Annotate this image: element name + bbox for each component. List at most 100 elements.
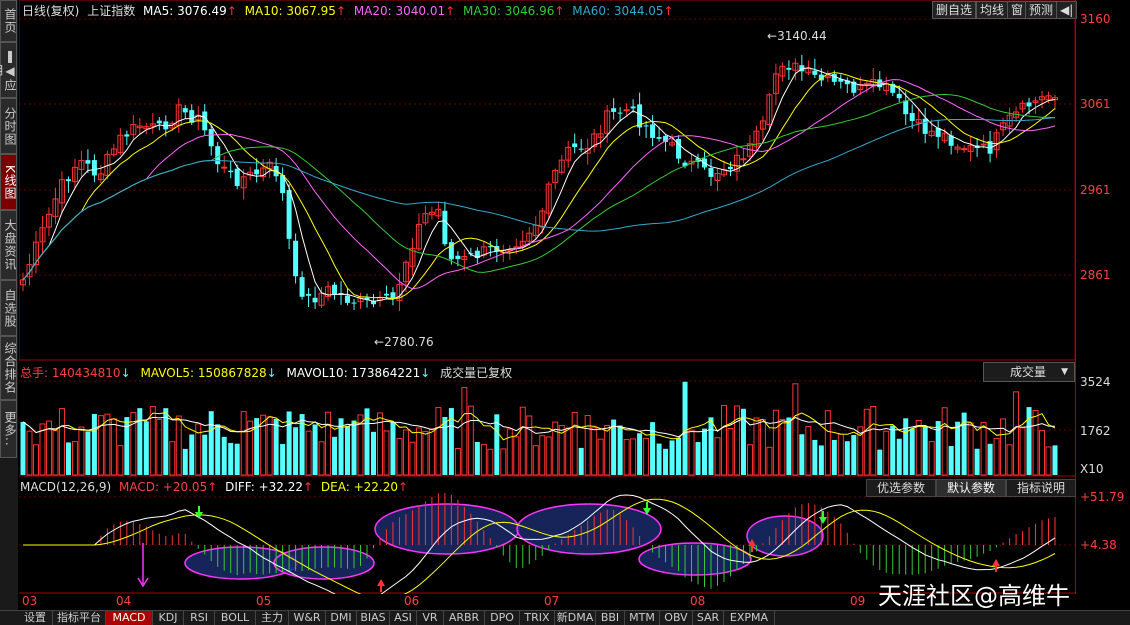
tab-asi[interactable]: ASI bbox=[390, 611, 417, 625]
price-tick: 3061 bbox=[1080, 97, 1111, 111]
tab-macd[interactable]: MACD bbox=[106, 611, 153, 625]
volume-bar bbox=[215, 424, 221, 475]
candle-body bbox=[228, 170, 234, 173]
volume-bar bbox=[156, 419, 163, 476]
tab-设置[interactable]: 设置 bbox=[18, 611, 53, 625]
volume-bar bbox=[20, 421, 26, 475]
tab-sar[interactable]: SAR bbox=[693, 611, 724, 625]
tab-expma[interactable]: EXPMA bbox=[724, 611, 775, 625]
month-label: 05 bbox=[256, 594, 272, 608]
volume-bar bbox=[663, 448, 669, 475]
volume-bar bbox=[676, 437, 682, 475]
volume-indicator-dropdown[interactable]: 成交量 ▼ bbox=[983, 362, 1075, 382]
kline-chart[interactable] bbox=[19, 0, 1075, 594]
tab-新dma[interactable]: 新DMA bbox=[555, 611, 596, 625]
arrow-left-icon: ← bbox=[374, 335, 385, 349]
indicator-help-button[interactable]: 指标说明 bbox=[1006, 479, 1076, 497]
volume-bar bbox=[110, 418, 117, 476]
volume-bar bbox=[415, 427, 422, 476]
candle-body bbox=[124, 134, 130, 137]
tab-obv[interactable]: OBV bbox=[660, 611, 693, 625]
macd-ellipse bbox=[638, 542, 752, 576]
mavol5-value: MAVOL5: 150867828 bbox=[140, 366, 267, 380]
arrow-left-icon: ← bbox=[767, 29, 778, 43]
volume-bar bbox=[1019, 427, 1026, 476]
ma30-value: MA30: 3046.96 bbox=[463, 4, 555, 18]
nav-apps[interactable]: ❚◀应用 bbox=[0, 42, 17, 98]
volume-tick: 3524 bbox=[1080, 375, 1111, 389]
volume-bar bbox=[877, 449, 883, 475]
default-params-button[interactable]: 默认参数 bbox=[936, 479, 1006, 497]
tab-kdj[interactable]: KDJ bbox=[153, 611, 184, 625]
month-label: 06 bbox=[404, 594, 420, 608]
tab-主力[interactable]: 主力 bbox=[256, 611, 289, 625]
candle-body bbox=[740, 158, 747, 161]
volume-bar bbox=[169, 441, 176, 476]
volume-bar bbox=[71, 441, 78, 476]
nav-home[interactable]: 首页 bbox=[0, 0, 17, 42]
volume-bar bbox=[987, 443, 993, 475]
volume-bar bbox=[428, 428, 435, 476]
volume-bar bbox=[792, 383, 799, 476]
volume-bar bbox=[974, 448, 980, 475]
optimize-params-button[interactable]: 优选参数 bbox=[866, 479, 936, 497]
candle-body bbox=[85, 160, 91, 164]
tab-arbr[interactable]: ARBR bbox=[444, 611, 485, 625]
ma10-value: MA10: 3067.95 bbox=[244, 4, 336, 18]
candle-body bbox=[487, 246, 493, 248]
volume-bar bbox=[519, 406, 526, 476]
buy-up-arrow-icon bbox=[992, 559, 1000, 566]
volume-bar bbox=[727, 427, 734, 476]
tab-bias[interactable]: BIAS bbox=[357, 611, 390, 625]
volume-bar bbox=[851, 435, 857, 475]
volume-bar bbox=[32, 444, 39, 476]
volume-bar bbox=[396, 438, 403, 476]
candle-body bbox=[182, 108, 188, 113]
nav-kline[interactable]: K线图 bbox=[0, 154, 17, 210]
month-label: 08 bbox=[690, 594, 706, 608]
volume-bar bbox=[720, 405, 727, 476]
volume-bar bbox=[630, 438, 637, 476]
nav-timeshare[interactable]: 分时图 bbox=[0, 98, 17, 154]
volume-bar bbox=[189, 434, 195, 475]
remove-watchlist-button[interactable]: 删自选 bbox=[932, 1, 977, 19]
volume-bar bbox=[480, 443, 487, 476]
ma-button[interactable]: 均线 bbox=[976, 1, 1009, 19]
volume-bar bbox=[903, 418, 909, 475]
volume-bar bbox=[993, 437, 1000, 476]
nav-market-news[interactable]: 大盘资讯 bbox=[0, 210, 17, 280]
arrow-up-icon: ↑ bbox=[663, 4, 674, 18]
volume-bar bbox=[753, 417, 760, 476]
nav-ranking[interactable]: 综合排名 bbox=[0, 336, 17, 400]
volume-bar bbox=[863, 408, 870, 476]
tab-mtm[interactable]: MTM bbox=[625, 611, 660, 625]
volume-bar bbox=[1013, 391, 1020, 476]
tab-vr[interactable]: VR bbox=[417, 611, 444, 625]
nav-watchlist[interactable]: 自选股 bbox=[0, 280, 17, 336]
volume-bar bbox=[149, 405, 156, 476]
nav-more[interactable]: 更多.. bbox=[0, 400, 17, 458]
month-label: 07 bbox=[544, 594, 560, 608]
tab-指标平台[interactable]: 指标平台 bbox=[53, 611, 106, 625]
tab-trix[interactable]: TRIX bbox=[520, 611, 555, 625]
volume-bar bbox=[208, 411, 214, 475]
volume-bar bbox=[890, 425, 896, 475]
candle-body bbox=[312, 297, 318, 303]
tab-bbi[interactable]: BBI bbox=[596, 611, 625, 625]
price-axis: 3160 3061 2961 2861 3524 1762 X10 +51.79… bbox=[1075, 0, 1130, 594]
arrow-up-icon: ↑ bbox=[398, 480, 409, 494]
tab-rsi[interactable]: RSI bbox=[184, 611, 215, 625]
tab-boll[interactable]: BOLL bbox=[215, 611, 256, 625]
forecast-button[interactable]: 预测 bbox=[1025, 1, 1058, 19]
total-volume: 总手: 140434810 bbox=[20, 366, 121, 380]
tab-dpo[interactable]: DPO bbox=[485, 611, 520, 625]
volume-bar bbox=[175, 415, 182, 476]
macd-value: MACD: +20.05 bbox=[118, 480, 208, 494]
tab-w&r[interactable]: W&R bbox=[289, 611, 326, 625]
volume-bar bbox=[409, 441, 416, 476]
month-label: 09 bbox=[850, 594, 866, 608]
volume-bar bbox=[597, 438, 604, 476]
tab-dmi[interactable]: DMI bbox=[326, 611, 357, 625]
window-button[interactable]: 窗 bbox=[1007, 1, 1028, 19]
volume-bar bbox=[312, 424, 318, 475]
